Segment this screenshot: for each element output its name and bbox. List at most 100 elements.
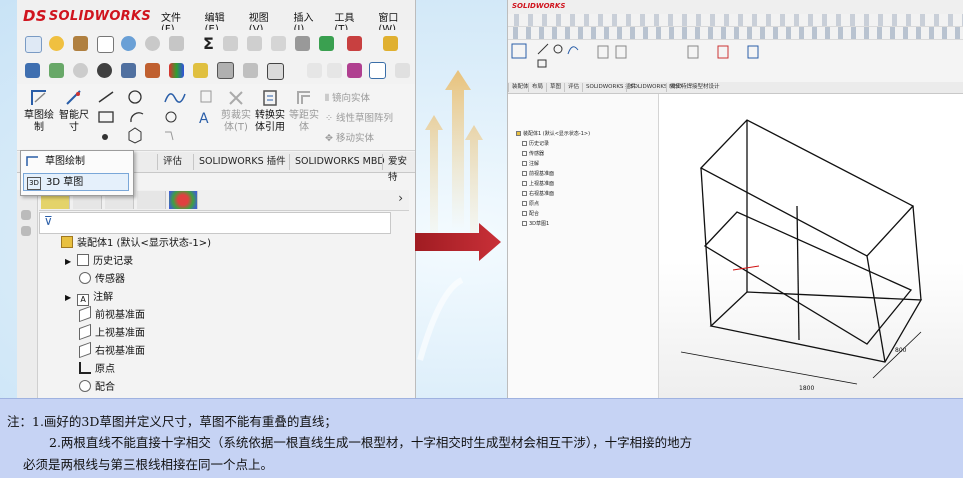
appearance-icon[interactable] — [121, 63, 136, 78]
rtree-sensors[interactable]: 传感器 — [522, 150, 544, 158]
trim-entities-button[interactable]: 剪裁实 体(T) — [221, 88, 251, 134]
sketch-button[interactable]: 草图绘 制 — [21, 88, 57, 134]
color-icon[interactable] — [169, 63, 184, 78]
filter2-icon[interactable] — [327, 63, 342, 78]
rtree-front-plane[interactable]: 前视基准面 — [522, 170, 554, 178]
rtree-3d-sketch[interactable]: 3D草图1 — [522, 220, 549, 228]
origin-icon — [79, 362, 91, 374]
grid-icon[interactable] — [243, 63, 258, 78]
annotation-icon: A — [77, 294, 90, 306]
right-command-icons — [511, 43, 759, 68]
rtree-root[interactable]: 装配体1 (默认<显示状态-1>) — [516, 130, 590, 138]
filter-icon: ⊽ — [44, 214, 53, 228]
dimension-1800[interactable]: 1800 — [799, 385, 814, 392]
rtab-layout[interactable]: 布局 — [528, 83, 546, 92]
sensor-icon — [79, 272, 91, 284]
check-icon[interactable] — [319, 36, 334, 51]
find-icon[interactable] — [49, 36, 64, 51]
pointer-icon[interactable] — [395, 63, 410, 78]
rtree-origin[interactable]: 原点 — [522, 200, 539, 208]
plane-icon — [522, 171, 527, 176]
dimension-icon[interactable] — [295, 36, 310, 51]
tree-root[interactable]: 装配体1 (默认<显示状态-1>) — [61, 236, 211, 252]
tree-filter[interactable]: ⊽ — [39, 212, 391, 234]
tree-item-top-plane[interactable]: 上视基准面 — [79, 323, 145, 342]
options-icon[interactable] — [169, 36, 184, 51]
smart-dimension-button[interactable]: 智能尺 寸 — [57, 88, 91, 134]
smart-dimension-icon — [66, 90, 81, 105]
rtree-right-plane[interactable]: 右视基准面 — [522, 190, 554, 198]
line-tools-icons: A — [98, 90, 212, 144]
pin2-icon[interactable] — [21, 226, 31, 236]
tree-item-right-plane[interactable]: 右视基准面 — [79, 341, 145, 360]
zoom-icon[interactable] — [267, 63, 284, 80]
balance-icon[interactable] — [73, 36, 88, 51]
expand-arrow-icon[interactable]: ▶ — [65, 257, 71, 266]
convert-entities-button[interactable]: 转换实 体引用 — [253, 88, 287, 134]
tree-item-annotations[interactable]: ▶ A 注解 — [65, 290, 113, 306]
tab-mbd[interactable]: SOLIDWORKS MBD — [289, 154, 390, 170]
dimension-800[interactable]: 800 — [895, 347, 907, 354]
tab-addins[interactable]: SOLIDWORKS 插件 — [193, 154, 291, 170]
rebuild-icon[interactable] — [145, 36, 160, 51]
view-orientation-icon[interactable] — [25, 63, 40, 78]
delete-icon[interactable] — [347, 36, 362, 51]
chevron-right-icon[interactable]: › — [398, 191, 403, 205]
graphics-viewport[interactable]: 1800 800 — [659, 94, 963, 398]
rtree-annotations[interactable]: 注解 — [522, 160, 539, 168]
tab-aiante[interactable]: 爱安特 — [382, 154, 415, 183]
rtab-aiante[interactable]: 爱安特焊接型材设计 — [666, 83, 723, 92]
measure-icon[interactable] — [223, 36, 238, 51]
dimxpert-tab[interactable] — [137, 191, 166, 209]
move-entities[interactable]: ✥ 移动实体 — [325, 130, 374, 144]
convert-entities-label: 转换实 体引用 — [255, 110, 285, 133]
layers-icon[interactable] — [383, 36, 398, 51]
sum-icon[interactable]: Σ — [203, 34, 214, 53]
tree-item-front-plane[interactable]: 前视基准面 — [79, 305, 145, 324]
trim-icon — [229, 91, 243, 105]
tree-item-origin[interactable]: 原点 — [79, 362, 115, 378]
table-icon[interactable] — [97, 36, 114, 53]
offset-entities-button[interactable]: 等距实 体 — [289, 88, 319, 134]
mate-icon — [522, 211, 527, 216]
note-line-2: 2.两根直线不能直接十字相交（系统依据一根直线生成一根型材，十字相交时生成型材会… — [49, 435, 693, 450]
display-style-icon[interactable] — [73, 63, 88, 78]
tree-item-sensors[interactable]: 传感器 — [79, 272, 125, 288]
select-icon[interactable] — [369, 62, 386, 79]
mate-icon — [79, 380, 91, 392]
dropdown-item-3d-sketch[interactable]: 3D 3D 草图 — [23, 173, 129, 191]
scene-icon[interactable] — [145, 63, 160, 78]
rtree-history[interactable]: 历史记录 — [522, 140, 549, 148]
pin-icon[interactable] — [21, 210, 31, 220]
rtree-top-plane[interactable]: 上视基准面 — [522, 180, 554, 188]
decorative-arrows — [417, 70, 483, 361]
lock-icon[interactable] — [217, 62, 234, 79]
right-command-manager — [508, 40, 963, 83]
clock-icon[interactable] — [121, 36, 136, 51]
plane-icon — [522, 181, 527, 186]
hide-show-icon[interactable] — [97, 63, 112, 78]
rtab-evaluate[interactable]: 评估 — [564, 83, 582, 92]
linear-pattern[interactable]: ⁘ 线性草图阵列 — [325, 110, 393, 124]
note-icon[interactable] — [271, 36, 286, 51]
tree-item-mates[interactable]: 配合 — [79, 380, 115, 396]
section-view-icon[interactable] — [49, 63, 64, 78]
display-manager-tab[interactable] — [169, 191, 198, 209]
filter-icon[interactable] — [307, 63, 322, 78]
camera-icon[interactable] — [193, 63, 208, 78]
tab-evaluate[interactable]: 评估 — [157, 154, 187, 170]
tree-item-history[interactable]: ▶ 历史记录 — [65, 254, 133, 270]
expand-arrow-icon[interactable]: ▶ — [65, 293, 71, 302]
annotation-icon — [522, 161, 527, 166]
rtree-mates[interactable]: 配合 — [522, 210, 539, 218]
arrow-right-icon — [415, 223, 501, 261]
rtab-sketch[interactable]: 草图 — [546, 83, 564, 92]
right-toolbar-1 — [508, 14, 963, 27]
origin-icon — [522, 201, 527, 206]
filter3-icon[interactable] — [347, 63, 362, 78]
spellcheck-icon[interactable] — [25, 36, 42, 53]
right-command-tabs: 装配体 布局 草图 评估 SOLIDWORKS 插件 SOLIDWORKS MB… — [508, 82, 963, 94]
dropdown-item-sketch[interactable]: 草图绘制 — [23, 153, 129, 171]
scale-icon[interactable] — [247, 36, 262, 51]
mirror-entities[interactable]: ⫴ 镜向实体 — [325, 90, 370, 104]
